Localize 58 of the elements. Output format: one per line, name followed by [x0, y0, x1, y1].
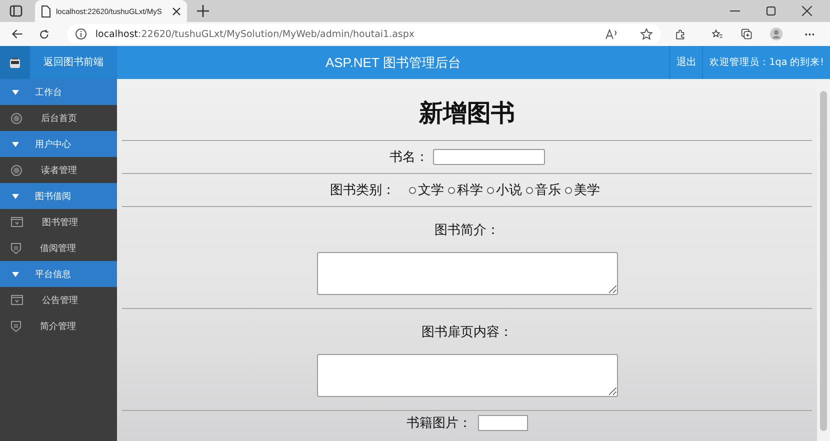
sidebar-group-header[interactable]: 用户中心: [0, 131, 117, 157]
new-tab-icon[interactable]: [197, 5, 209, 17]
content-textarea[interactable]: [316, 354, 618, 397]
screen-icon: [11, 217, 23, 227]
sidebar-item[interactable]: 读者管理: [0, 157, 117, 183]
back-arrow-icon[interactable]: [12, 28, 24, 40]
welcome-text: 欢迎管理员：1qa 的到来!: [708, 56, 825, 69]
star-icon[interactable]: [640, 28, 654, 40]
category-radio[interactable]: 音乐: [526, 181, 561, 199]
shield-icon: [11, 242, 21, 254]
category-radio[interactable]: 科学: [448, 181, 483, 199]
refresh-icon[interactable]: [39, 28, 50, 40]
book-name-label: 书名：: [390, 149, 428, 166]
sidebar-item[interactable]: 公告管理: [0, 287, 117, 313]
robot-face-icon: [9, 56, 21, 68]
info-icon: [75, 28, 88, 40]
sidebar-group-header[interactable]: 工作台: [0, 79, 117, 105]
scrollbar[interactable]: [817, 79, 830, 441]
sidebar-item[interactable]: 借阅管理: [0, 235, 117, 261]
close-icon[interactable]: [172, 6, 181, 16]
favorites-icon[interactable]: [712, 28, 723, 40]
caret-icon: [12, 194, 19, 198]
shield-icon: [11, 320, 21, 332]
form-title: 新增图书: [418, 98, 516, 128]
caret-icon: [12, 90, 19, 94]
maximize-icon[interactable]: [766, 6, 776, 16]
read-aloud-icon[interactable]: [605, 28, 618, 40]
collections-icon[interactable]: [740, 27, 752, 41]
intro-label: 图书简介：: [434, 222, 500, 239]
close-icon[interactable]: [802, 6, 812, 16]
category-label: 图书类别：: [330, 182, 395, 199]
profile-avatar-icon[interactable]: [770, 26, 782, 42]
more-icon[interactable]: [804, 32, 814, 36]
address-field[interactable]: localhost:22620/tushuGLxt/MySolution/MyWeb/admin/houtai1.aspx: [67, 24, 662, 44]
extensions-icon[interactable]: [675, 28, 686, 40]
page-icon: [41, 4, 51, 18]
circle-badge-icon: [11, 164, 22, 176]
sidebar-item[interactable]: 简介管理: [0, 313, 117, 339]
url-text: localhost:22620/tushuGLxt/MySolution/MyWeb/admin/houtai1.aspx: [95, 28, 415, 40]
admin-title: ASP.NET 图书管理后台: [324, 54, 462, 72]
circle-badge-icon: [11, 112, 22, 124]
category-radio[interactable]: 美学: [565, 181, 600, 199]
category-radio[interactable]: 文学: [409, 181, 444, 199]
image-label: 书籍图片：: [406, 415, 472, 432]
sidebar-group-header[interactable]: 平台信息: [0, 261, 117, 287]
intro-textarea[interactable]: [316, 252, 618, 295]
sidebar-group-header[interactable]: 图书借阅: [0, 183, 117, 209]
tab-actions-icon[interactable]: [9, 4, 23, 18]
back-to-frontend-link[interactable]: 返回图书前端: [30, 46, 117, 79]
book-name-field[interactable]: [432, 149, 544, 165]
sidebar-item[interactable]: 后台首页: [0, 105, 117, 131]
image-field[interactable]: [478, 415, 528, 431]
sidebar-item[interactable]: 图书管理: [0, 209, 117, 235]
caret-icon: [12, 272, 19, 276]
screen-icon: [11, 295, 23, 305]
content-label: 图书扉页内容：: [422, 324, 512, 341]
caret-icon: [12, 142, 19, 146]
category-radio[interactable]: 小说: [487, 181, 522, 199]
